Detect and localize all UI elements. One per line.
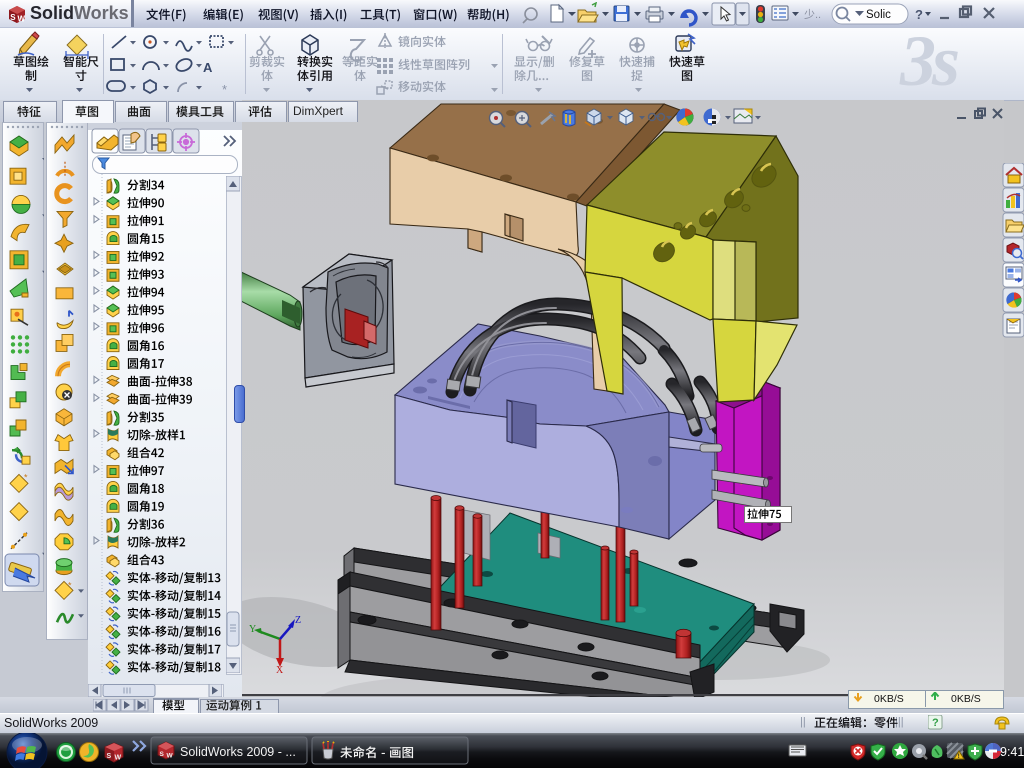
svg-text:X: X <box>276 665 284 676</box>
svg-text:*: * <box>68 580 72 590</box>
svg-text:?: ? <box>915 7 923 22</box>
svg-text:Solic: Solic <box>866 9 891 21</box>
svg-text:Y: Y <box>249 624 256 635</box>
svg-text:SolidWorks 2009 - ...: SolidWorks 2009 - ... <box>180 745 296 759</box>
svg-text:0KB/S: 0KB/S <box>951 693 981 705</box>
svg-text:A: A <box>203 60 213 75</box>
svg-text:少..: 少.. <box>804 8 821 21</box>
svg-text:W: W <box>18 15 26 24</box>
svg-text:Z: Z <box>295 615 301 626</box>
svg-text:W: W <box>115 755 122 762</box>
svg-text:!: ! <box>958 753 960 760</box>
svg-text:0KB/S: 0KB/S <box>874 693 904 705</box>
svg-text:S: S <box>160 751 165 758</box>
svg-text:S: S <box>10 13 16 22</box>
svg-text:?: ? <box>932 717 939 729</box>
svg-text:W: W <box>167 753 174 760</box>
svg-text:*: * <box>222 82 227 97</box>
svg-text:S: S <box>107 753 112 760</box>
svg-text:9:41: 9:41 <box>1000 745 1024 759</box>
svg-text:*: * <box>24 472 28 482</box>
